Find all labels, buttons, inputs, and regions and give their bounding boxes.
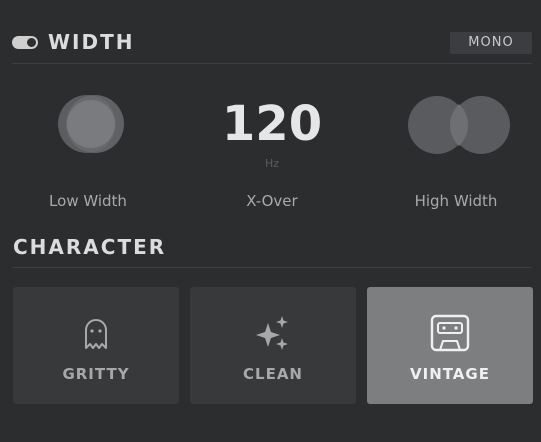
- high-width-spread-icon: [408, 96, 510, 154]
- character-section-title: CHARACTER: [13, 235, 167, 259]
- sparkles-icon: [256, 316, 288, 350]
- width-enable-toggle[interactable]: [12, 36, 38, 49]
- mono-button[interactable]: MONO: [450, 32, 532, 54]
- ghost-icon: [85, 319, 107, 349]
- xover-value[interactable]: 120: [192, 96, 352, 152]
- clean-button[interactable]: CLEAN: [190, 287, 356, 404]
- gritty-label: GRITTY: [62, 365, 130, 383]
- width-section-title: WIDTH: [48, 30, 135, 54]
- character-divider: [12, 267, 532, 268]
- low-width-overlap-icon: [58, 95, 124, 153]
- vintage-button[interactable]: VINTAGE: [367, 287, 533, 404]
- width-header: WIDTH MONO: [12, 26, 532, 60]
- toggle-knob: [27, 38, 36, 47]
- xover-label: X-Over: [246, 192, 298, 210]
- vintage-label: VINTAGE: [410, 365, 490, 383]
- low-width-control[interactable]: [56, 94, 126, 156]
- width-divider: [12, 63, 532, 64]
- clean-label: CLEAN: [243, 365, 303, 383]
- cassette-icon: [430, 314, 470, 352]
- stereo-width-panel: WIDTH MONO Low Width 120 Hz X-Over High …: [0, 0, 541, 442]
- low-width-label: Low Width: [49, 192, 127, 210]
- gritty-button[interactable]: GRITTY: [13, 287, 179, 404]
- high-width-label: High Width: [414, 192, 498, 210]
- high-width-control[interactable]: [406, 95, 512, 155]
- xover-unit: Hz: [264, 157, 280, 170]
